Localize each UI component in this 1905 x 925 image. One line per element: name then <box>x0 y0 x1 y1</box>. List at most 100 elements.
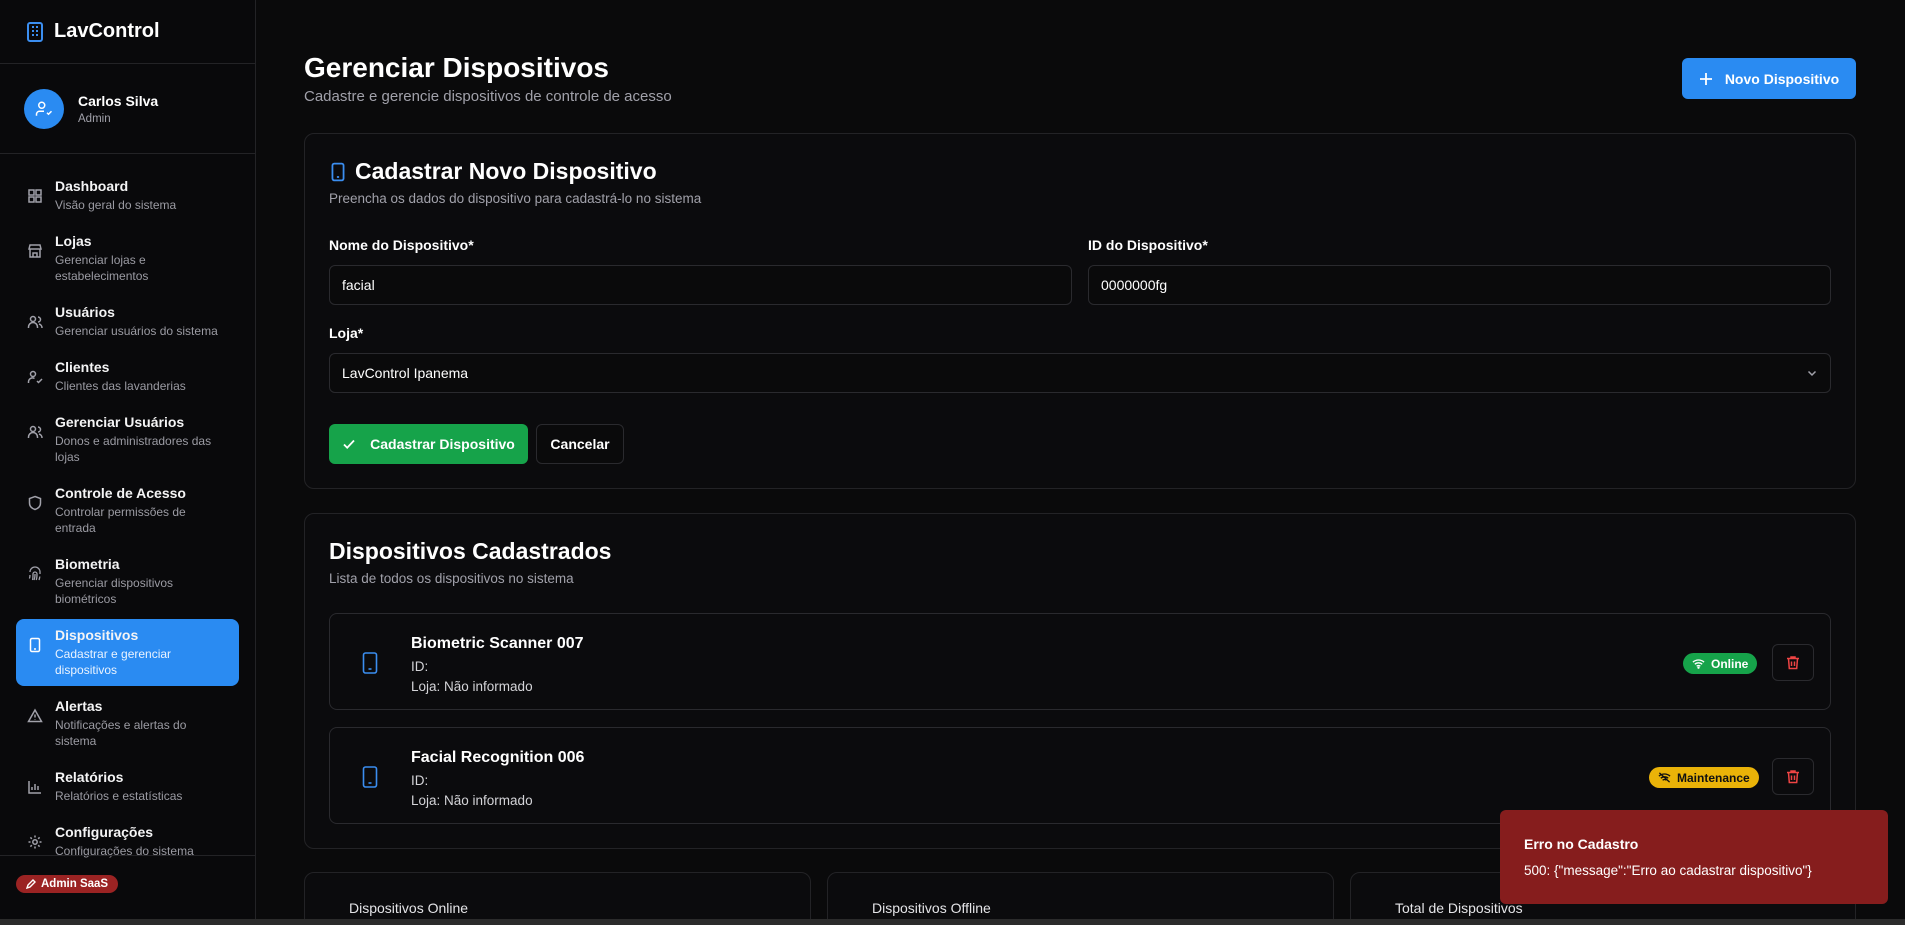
user-role: Admin <box>78 112 111 125</box>
new-device-button[interactable]: Novo Dispositivo <box>1682 58 1856 99</box>
sidebar-item-clientes[interactable]: Clientes Clientes das lavanderias <box>16 351 239 402</box>
sidebar-item-title: Configurações <box>55 824 154 840</box>
sidebar-item-title: Gerenciar Usuários <box>55 414 185 430</box>
sidebar-item-subtitle: Controlar permissões de entrada <box>55 505 186 535</box>
stat-online-label: Dispositivos Online <box>349 900 469 916</box>
app-name: LavControl <box>54 20 160 42</box>
device-name: Facial Recognition 006 <box>411 749 585 766</box>
sidebar-item-alertas[interactable]: Alertas Notificações e alertas do sistema <box>16 690 239 757</box>
sidebar-item-subtitle: Visão geral do sistema <box>55 198 177 212</box>
dashboard-icon <box>28 189 42 203</box>
sidebar-item-title: Alertas <box>55 698 103 714</box>
sidebar-item-subtitle: Cadastrar e gerenciar dispositivos <box>55 647 172 677</box>
page-title: Gerenciar Dispositivos <box>304 52 610 83</box>
page-header: Gerenciar Dispositivos Cadastre e gerenc… <box>304 52 672 105</box>
device-name-input[interactable]: facial <box>329 265 1072 305</box>
sidebar-nav: Dashboard Visão geral do sistema Lojas Ger… <box>0 154 255 867</box>
register-device-card: Cadastrar Novo Dispositivo Preencha os d… <box>304 133 1856 489</box>
sidebar-item-subtitle: Gerenciar lojas e estabelecimentos <box>55 253 149 283</box>
store-select-value: LavControl Ipanema <box>342 365 469 381</box>
plus-icon <box>1699 72 1712 85</box>
bar-chart-icon <box>28 781 41 794</box>
fingerprint-icon <box>28 566 41 581</box>
sidebar-item-subtitle: Notificações e alertas do sistema <box>55 718 187 748</box>
app-root: LavControl Carlos Silva Admin Dashboard V… <box>0 0 1905 925</box>
device-id-label: ID do Dispositivo* <box>1088 237 1208 253</box>
sidebar-item-title: Dispositivos <box>55 627 139 643</box>
brand[interactable]: LavControl <box>0 0 255 64</box>
user-name: Carlos Silva <box>78 92 159 109</box>
tablet-icon <box>29 637 41 653</box>
gear-icon <box>28 835 42 849</box>
sidebar-item-dispositivos[interactable]: Dispositivos Cadastrar e gerenciar dispos… <box>16 619 239 686</box>
status-label: Maintenance <box>1677 770 1750 785</box>
admin-saas-badge[interactable]: Admin SaaS <box>16 875 119 893</box>
sidebar-item-subtitle: Relatórios e estatísticas <box>55 789 183 803</box>
user-check-icon <box>27 370 43 384</box>
sidebar-item-subtitle: Gerenciar usuários do sistema <box>55 324 218 338</box>
device-id: ID: <box>411 773 429 788</box>
admin-saas-label: Admin SaaS <box>41 878 109 890</box>
user-check-icon <box>35 101 53 116</box>
device-id-input[interactable]: 0000000fg <box>1088 265 1831 305</box>
sidebar-item-title: Biometria <box>55 556 120 572</box>
sidebar-item-subtitle: Donos e administradores das lojas <box>55 434 212 464</box>
sidebar-item-dashboard[interactable]: Dashboard Visão geral do sistema <box>16 170 239 221</box>
store-label: Loja* <box>329 325 364 341</box>
sidebar-item-gerenciar-usuarios[interactable]: Gerenciar Usuários Donos e administradore… <box>16 406 239 473</box>
devices-list-title: Dispositivos Cadastrados <box>329 538 612 564</box>
stat-offline-label: Dispositivos Offline <box>872 900 991 916</box>
users-icon <box>27 425 43 439</box>
toast-title: Erro no Cadastro <box>1524 836 1639 852</box>
taskbar-strip <box>0 919 1905 925</box>
sidebar-item-title: Relatórios <box>55 769 124 785</box>
building-icon <box>27 21 43 42</box>
device-name-label: Nome do Dispositivo* <box>329 237 474 253</box>
sidebar-item-title: Dashboard <box>55 178 129 194</box>
error-toast[interactable]: Erro no Cadastro 500: {"message":"Erro a… <box>1500 810 1888 904</box>
user-profile[interactable]: Carlos Silva Admin <box>0 64 255 154</box>
status-badge-online: Online <box>1683 653 1758 674</box>
sidebar-item-biometria[interactable]: Biometria Gerenciar dispositivos biométri… <box>16 548 239 615</box>
submit-device-label: Cadastrar Dispositivo <box>370 436 515 452</box>
sidebar: LavControl Carlos Silva Admin Dashboard V… <box>0 0 256 925</box>
store-icon <box>28 244 42 258</box>
tablet-icon <box>362 652 378 674</box>
trash-icon <box>1787 656 1799 670</box>
sidebar-item-controle-de-acesso[interactable]: Controle de Acesso Controlar permissões d… <box>16 477 239 544</box>
users-icon <box>27 315 43 329</box>
tablet-icon <box>331 162 345 181</box>
shield-icon <box>28 495 42 511</box>
register-card-title-text: Cadastrar Novo Dispositivo <box>355 158 657 184</box>
wifi-icon <box>1692 659 1705 669</box>
delete-device-button[interactable] <box>1772 758 1814 795</box>
new-device-label: Novo Dispositivo <box>1724 70 1840 87</box>
devices-list-subtitle: Lista de todos os dispositivos no sistem… <box>329 571 574 586</box>
stat-card-online: Dispositivos Online <box>304 872 811 925</box>
avatar <box>24 88 64 129</box>
main-content: Gerenciar Dispositivos Cadastre e gerenc… <box>256 0 1905 925</box>
sidebar-item-title: Lojas <box>55 233 92 249</box>
device-store: Loja: Não informado <box>411 793 533 808</box>
sidebar-item-usuarios[interactable]: Usuários Gerenciar usuários do sistema <box>16 296 239 347</box>
sidebar-item-subtitle: Gerenciar dispositivos biométricos <box>55 576 174 606</box>
sidebar-item-relatorios[interactable]: Relatórios Relatórios e estatísticas <box>16 761 239 812</box>
device-store: Loja: Não informado <box>411 679 533 694</box>
device-row[interactable]: Biometric Scanner 007 ID: Loja: Não info… <box>329 613 1831 710</box>
store-select[interactable]: LavControl Ipanema <box>329 353 1831 393</box>
submit-device-button[interactable]: Cadastrar Dispositivo <box>329 424 528 464</box>
sidebar-item-title: Usuários <box>55 304 115 320</box>
stat-card-offline: Dispositivos Offline <box>827 872 1334 925</box>
register-card-title: Cadastrar Novo Dispositivo <box>329 158 701 185</box>
cancel-button[interactable]: Cancelar <box>536 424 624 464</box>
chevron-down-icon <box>1807 370 1817 377</box>
trash-icon <box>1787 770 1799 784</box>
delete-device-button[interactable] <box>1772 644 1814 681</box>
register-card-subtitle: Preencha os dados do dispositivo para ca… <box>329 191 702 206</box>
toast-message: 500: {"message":"Erro ao cadastrar dispo… <box>1524 863 1812 878</box>
alert-triangle-icon <box>27 708 43 723</box>
device-id: ID: <box>411 659 429 674</box>
sidebar-item-lojas[interactable]: Lojas Gerenciar lojas e estabelecimentos <box>16 225 239 292</box>
tablet-icon <box>362 766 378 788</box>
sidebar-footer: Admin SaaS <box>0 855 255 913</box>
